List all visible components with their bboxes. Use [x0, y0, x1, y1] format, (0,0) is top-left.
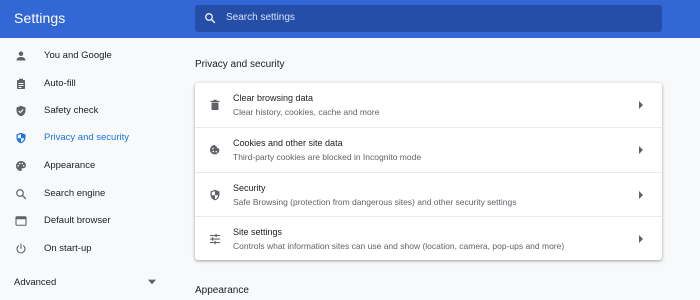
trash-icon	[210, 99, 220, 110]
sidebar-item-on-start-up[interactable]: On start-up	[0, 236, 170, 262]
tune-icon	[210, 233, 220, 245]
sidebar-item-label: Search engine	[44, 188, 106, 199]
shield-icon	[210, 189, 220, 201]
sidebar-item-label: Default browser	[44, 215, 111, 226]
row-subtitle: Controls what information sites can use …	[233, 241, 565, 251]
chevron-right-icon	[639, 235, 643, 243]
sidebar-item-auto-fill[interactable]: Auto-fill	[0, 71, 170, 97]
sidebar-item-label: Privacy and security	[44, 132, 130, 143]
sidebar-item-label: Auto-fill	[44, 78, 76, 89]
browser-icon	[15, 216, 27, 226]
search-input[interactable]: Search settings	[195, 5, 662, 32]
row-cookies[interactable]: Cookies and other site data Third-party …	[195, 127, 662, 171]
row-subtitle: Safe Browsing (protection from dangerous…	[233, 197, 517, 207]
chevron-right-icon	[639, 101, 643, 109]
clipboard-icon	[17, 78, 25, 89]
row-security[interactable]: Security Safe Browsing (protection from …	[195, 172, 662, 216]
top-bar: Settings Search settings	[0, 0, 700, 38]
person-icon	[16, 51, 26, 61]
search-placeholder: Search settings	[226, 12, 295, 23]
palette-icon	[16, 161, 26, 171]
sidebar-item-appearance[interactable]: Appearance	[0, 153, 170, 179]
sidebar-item-label: Appearance	[44, 160, 96, 171]
sidebar-item-label: Safety check	[44, 105, 99, 116]
search-icon	[205, 13, 216, 24]
advanced-toggle[interactable]: Advanced	[0, 270, 170, 294]
power-icon	[16, 243, 26, 254]
row-title: Security	[233, 183, 266, 193]
sidebar-item-default-browser[interactable]: Default browser	[0, 208, 170, 234]
sidebar-item-search-engine[interactable]: Search engine	[0, 181, 170, 207]
sidebar-item-label: You and Google	[44, 50, 112, 61]
chevron-right-icon	[639, 191, 643, 199]
cookie-icon	[210, 144, 220, 155]
shield-check-icon	[16, 105, 26, 117]
row-title: Cookies and other site data	[233, 138, 343, 148]
row-subtitle: Third-party cookies are blocked in Incog…	[233, 152, 422, 162]
row-site-settings[interactable]: Site settings Controls what information …	[195, 216, 662, 260]
app-title: Settings	[14, 10, 66, 26]
advanced-label: Advanced	[14, 277, 57, 288]
appearance-section-title: Appearance	[195, 285, 249, 296]
sidebar-item-safety-check[interactable]: Safety check	[0, 98, 170, 124]
row-title: Site settings	[233, 227, 283, 237]
privacy-section-title: Privacy and security	[195, 59, 285, 70]
sidebar-item-label: On start-up	[44, 243, 92, 254]
chevron-down-icon	[148, 279, 156, 285]
sidebar: You and Google Auto-fill Safety check Pr…	[0, 38, 170, 300]
chevron-right-icon	[639, 146, 643, 154]
row-title: Clear browsing data	[233, 93, 314, 103]
search-icon	[16, 189, 27, 200]
shield-icon	[16, 132, 26, 144]
row-clear-browsing-data[interactable]: Clear browsing data Clear history, cooki…	[195, 83, 662, 127]
sidebar-item-privacy-and-security[interactable]: Privacy and security	[0, 125, 170, 151]
sidebar-item-you-and-google[interactable]: You and Google	[0, 43, 170, 69]
privacy-card: Clear browsing data Clear history, cooki…	[195, 83, 662, 260]
row-subtitle: Clear history, cookies, cache and more	[233, 107, 380, 117]
